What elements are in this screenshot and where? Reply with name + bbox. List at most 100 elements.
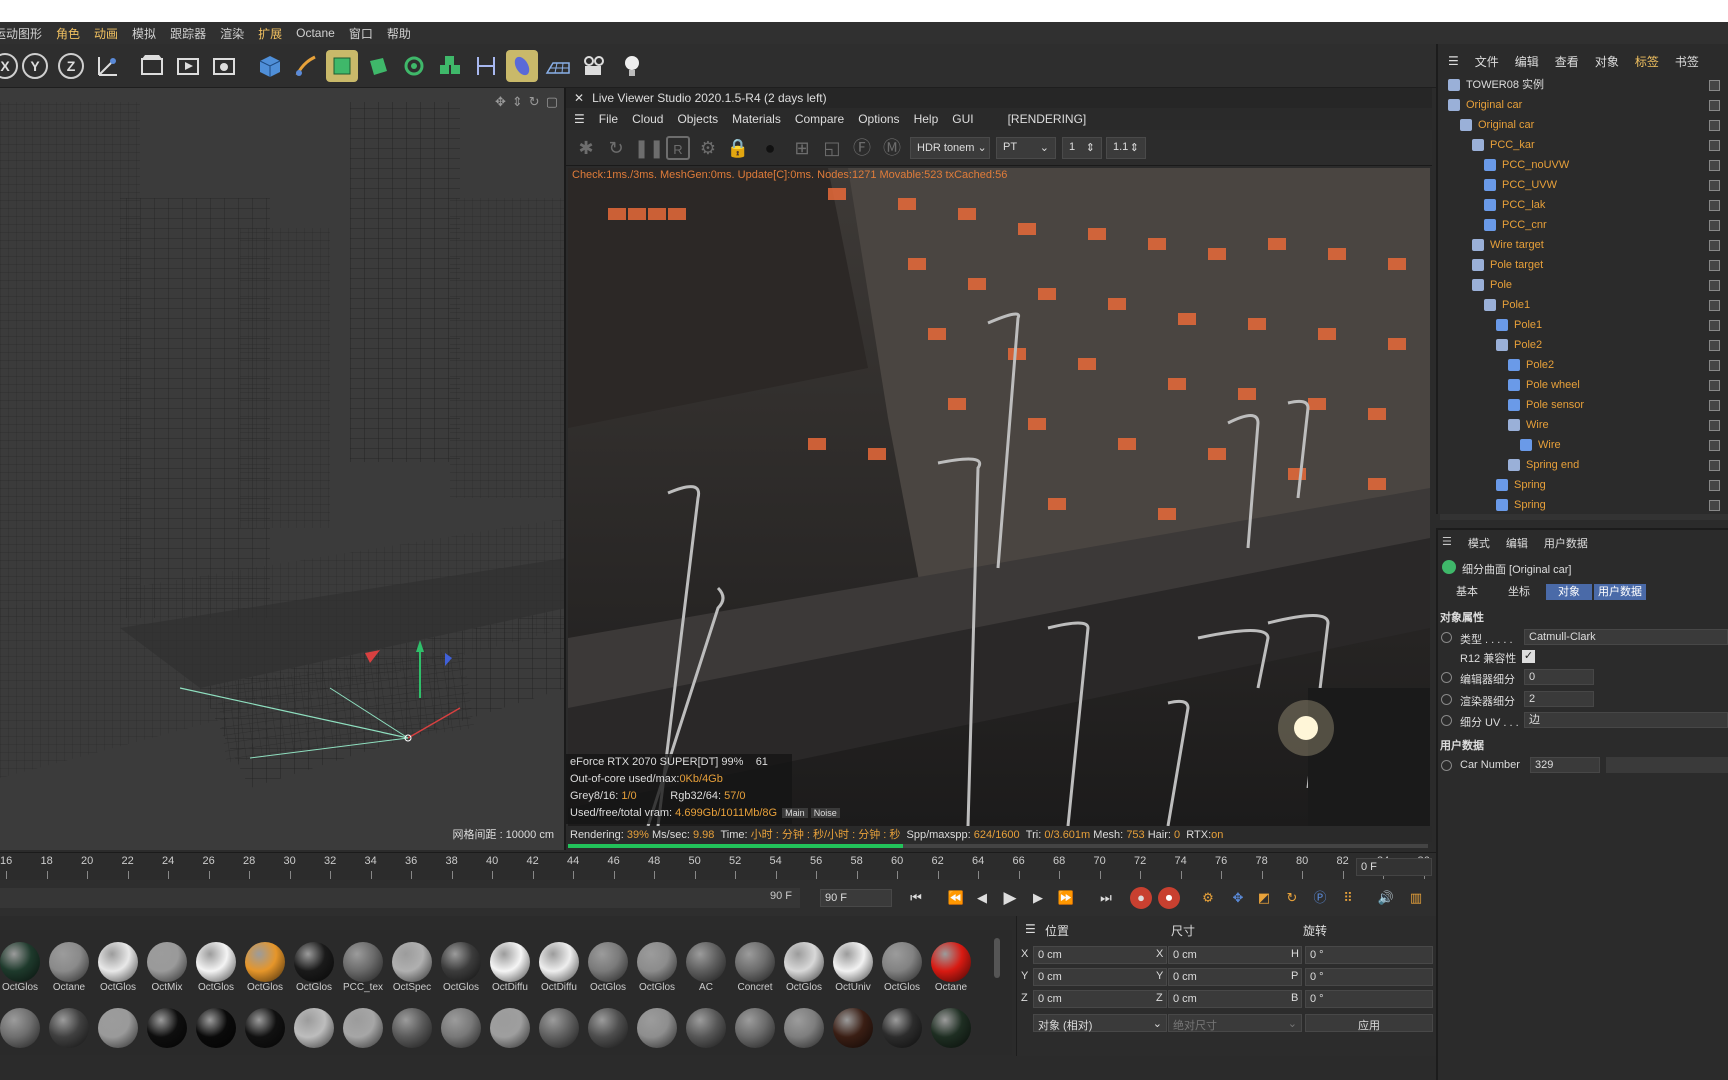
visibility-toggle[interactable] [1709,220,1720,231]
next-frame-icon[interactable]: ▶ [1026,886,1050,910]
object-row[interactable]: PCC_cnr [1438,215,1728,235]
object-row[interactable]: Pole wheel [1438,375,1728,395]
type-animate-dot[interactable] [1441,632,1452,643]
noise-button[interactable]: Noise [810,808,840,818]
material-swatch[interactable]: OctGlos [584,942,632,1002]
material-swatch[interactable]: OctGlos [878,942,926,1002]
restart-icon[interactable]: ↻ [604,136,628,160]
add-region-icon[interactable]: ⊞ [790,136,814,160]
object-row[interactable]: TOWER08 实例 [1438,75,1728,95]
visibility-toggle[interactable] [1709,180,1720,191]
goto-start-icon[interactable]: ⏮ [904,886,928,910]
axis-y-toggle[interactable]: Y [22,53,48,79]
lv-menu-item[interactable]: Compare [795,112,844,126]
coordinate-system-icon[interactable] [92,50,124,82]
region-icon[interactable]: R [666,136,690,160]
time-range-slider[interactable] [0,888,800,908]
film-strip-icon[interactable]: ▥ [1404,886,1428,910]
visibility-toggle[interactable] [1709,500,1720,511]
attr-menu-item[interactable]: 用户数据 [1544,535,1588,551]
visibility-toggle[interactable] [1709,100,1720,111]
r12-compat-checkbox[interactable]: ✓ [1522,650,1535,663]
material-swatch[interactable] [584,1008,632,1068]
film-settings-icon[interactable]: Ⓕ [850,136,874,160]
clay-mode-icon[interactable]: ● [758,136,782,160]
object-row[interactable]: Spring end [1438,455,1728,475]
material-swatch[interactable]: Octane [45,942,93,1002]
material-swatch[interactable]: OctGlos [192,942,240,1002]
tonemap-select[interactable]: HDR tonem ⌄ [910,137,990,159]
material-swatch[interactable]: AC [682,942,730,1002]
value1-stepper[interactable]: 1 ⇕ [1062,137,1102,159]
rot-b-field[interactable]: 0 ° [1305,990,1433,1008]
material-swatch[interactable] [290,1008,338,1068]
deformer-icon[interactable] [434,50,466,82]
lv-menu-item[interactable]: Cloud [632,112,663,126]
material-swatch[interactable]: OctGlos [0,942,44,1002]
key-scale-icon[interactable]: ◩ [1252,886,1276,910]
material-swatch[interactable] [0,1008,44,1068]
render-settings-icon[interactable] [208,50,240,82]
material-swatch[interactable] [143,1008,191,1068]
material-swatch[interactable] [878,1008,926,1068]
subdiv-uv-animate-dot[interactable] [1441,715,1452,726]
axis-z-toggle[interactable]: Z [58,53,84,79]
key-pla-icon[interactable]: ⠿ [1336,886,1360,910]
play-icon[interactable]: ▶ [998,886,1022,910]
axis-x-toggle[interactable]: X [0,53,18,79]
attr-menu-item[interactable]: 编辑 [1506,535,1528,551]
autokey-icon[interactable]: ⏺ [1158,887,1180,909]
material-swatch[interactable] [339,1008,387,1068]
close-icon[interactable]: ✕ [566,91,592,105]
visibility-toggle[interactable] [1709,360,1720,371]
extrude-icon[interactable] [362,50,394,82]
visibility-toggle[interactable] [1709,120,1720,131]
render-subdiv-field[interactable]: 2 [1524,691,1594,707]
pen-icon[interactable] [290,50,322,82]
visibility-toggle[interactable] [1709,140,1720,151]
object-row[interactable]: Original car [1438,95,1728,115]
main-button[interactable]: Main [782,808,808,818]
subdiv-uv-select[interactable]: 边 [1524,712,1728,728]
object-row[interactable]: Original car [1438,115,1728,135]
object-row[interactable]: Pole1 [1438,295,1728,315]
material-swatch[interactable]: OctGlos [290,942,338,1002]
hamburger-icon[interactable]: ☰ [1442,535,1452,551]
om-menu-item[interactable]: 编辑 [1515,53,1539,70]
lv-menu-item[interactable]: Help [914,112,939,126]
object-row[interactable]: PCC_lak [1438,195,1728,215]
settings-gear-icon[interactable]: ⚙ [696,136,720,160]
pos-y-field[interactable]: 0 cm [1033,968,1167,986]
lv-menu-item[interactable]: GUI [952,112,973,126]
field-icon[interactable] [470,50,502,82]
apply-button[interactable]: 应用 [1305,1014,1433,1032]
object-row[interactable]: Wire [1438,415,1728,435]
lv-menu-item[interactable]: Objects [677,112,718,126]
visibility-toggle[interactable] [1709,460,1720,471]
visibility-toggle[interactable] [1709,340,1720,351]
pick-focus-icon[interactable]: ◱ [820,136,844,160]
visibility-toggle[interactable] [1709,160,1720,171]
3d-viewport[interactable]: ✥ ⇕ ↻ ▢ 网格间距 : 10000 cm [0,88,566,850]
material-swatch[interactable] [829,1008,877,1068]
material-swatch[interactable]: OctDiffu [486,942,534,1002]
timeline-ruler[interactable]: 16 18 20 22 24 26 28 30 32 34 36 38 40 42 44 46 48 50 52 54… [0,852,1511,880]
key-param-icon[interactable]: Ⓟ [1308,886,1332,910]
hamburger-icon[interactable]: ☰ [1448,54,1459,68]
material-swatch[interactable] [535,1008,583,1068]
next-key-icon[interactable]: ⏩ [1054,886,1078,910]
render-subdiv-animate-dot[interactable] [1441,694,1452,705]
material-swatch[interactable]: Octane [927,942,975,1002]
coord-mode-select[interactable]: 对象 (相对) ⌄ [1033,1014,1167,1032]
visibility-toggle[interactable] [1709,240,1720,251]
pos-z-field[interactable]: 0 cm [1033,990,1167,1008]
light-bulb-icon[interactable] [616,50,648,82]
object-row[interactable]: Pole2 [1438,335,1728,355]
material-swatch[interactable]: OctGlos [94,942,142,1002]
attr-tab[interactable]: 用户数据 [1594,584,1646,600]
material-swatch[interactable] [486,1008,534,1068]
size-z-field[interactable]: 0 cm [1168,990,1302,1008]
visibility-toggle[interactable] [1709,380,1720,391]
cube-icon[interactable] [254,50,286,82]
end-frame-field[interactable]: 90 F [820,889,892,907]
